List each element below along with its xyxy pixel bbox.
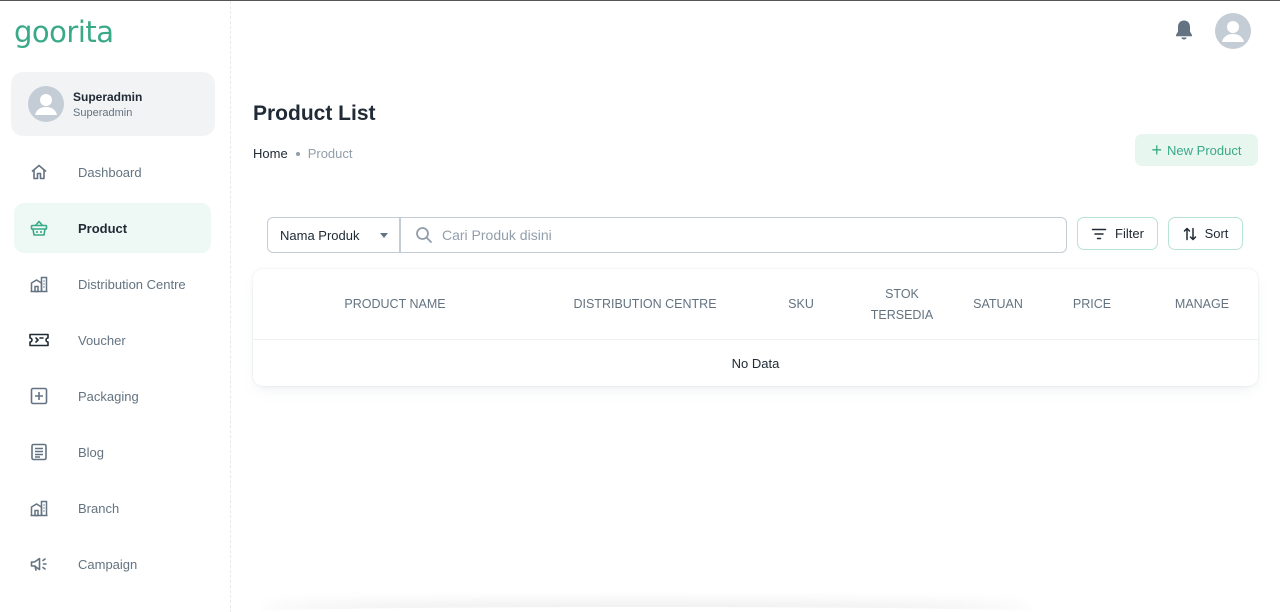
sidebar-item-product[interactable]: Product (14, 203, 211, 253)
building-icon (28, 497, 50, 519)
breadcrumb-current: Product (307, 146, 353, 161)
page-title: Product List (253, 102, 376, 125)
column-header-manage: MANAGE (1174, 297, 1230, 311)
search-field-select[interactable]: Nama Produk (267, 217, 400, 253)
sort-button[interactable]: Sort (1168, 217, 1243, 250)
filter-icon (1091, 228, 1107, 239)
new-product-label: New Product (1167, 142, 1242, 158)
sidebar-item-campaign[interactable]: Campaign (14, 539, 211, 589)
sidebar-item-dashboard[interactable]: Dashboard (14, 147, 211, 197)
sidebar-item-label: Product (78, 220, 128, 236)
column-header-sku[interactable]: SKU (771, 269, 831, 340)
sidebar-item-distribution-centre[interactable]: Distribution Centre (14, 259, 211, 309)
breadcrumb-separator (295, 151, 300, 156)
filter-button[interactable]: Filter (1077, 217, 1158, 250)
search-input[interactable] (442, 227, 1022, 243)
breadcrumb-home[interactable]: Home (253, 146, 288, 161)
empty-state: No Data (731, 355, 780, 371)
ticket-icon (28, 329, 50, 351)
sidebar-item-packaging[interactable]: Packaging (14, 371, 211, 421)
sort-label: Sort (1204, 226, 1229, 241)
basket-icon (28, 217, 50, 239)
filter-label: Filter (1115, 226, 1144, 241)
building-icon (28, 273, 50, 295)
breadcrumb: Home Product (253, 146, 353, 161)
search-box (400, 217, 1067, 253)
search-icon (416, 227, 432, 243)
column-header-satuan[interactable]: SATUAN (960, 269, 1036, 340)
sidebar: goorita Superadmin Superadmin Dashboard (0, 1, 231, 612)
column-header-product-name[interactable]: PRODUCT NAME (315, 269, 475, 340)
sidebar-nav: Dashboard Product Distribution Centre Vo… (14, 147, 211, 595)
user-avatar-icon[interactable] (1215, 13, 1251, 49)
sidebar-item-voucher[interactable]: Voucher (14, 315, 211, 365)
bell-icon[interactable] (1173, 18, 1195, 42)
user-name: Superadmin (73, 90, 143, 104)
column-header-distribution-centre[interactable]: DISTRIBUTION CENTRE (560, 269, 730, 340)
plus-icon: + (1151, 140, 1163, 160)
sidebar-item-label: Packaging (78, 388, 139, 404)
plus-box-icon (28, 385, 50, 407)
product-table: PRODUCT NAME DISTRIBUTION CENTRE SKU STO… (253, 269, 1258, 386)
brand-logo[interactable]: goorita (14, 15, 114, 49)
user-card[interactable]: Superadmin Superadmin (11, 72, 215, 136)
user-role: Superadmin (73, 107, 133, 119)
megaphone-icon (28, 553, 50, 575)
select-value: Nama Produk (280, 227, 360, 243)
document-icon (28, 441, 50, 463)
sidebar-item-blog[interactable]: Blog (14, 427, 211, 477)
sidebar-item-label: Voucher (78, 332, 126, 348)
bottom-shadow (260, 607, 1030, 612)
column-header-price[interactable]: PRICE (1060, 269, 1124, 340)
column-header-stok-tersedia[interactable]: STOK TERSEDIA (862, 269, 942, 340)
sidebar-item-label: Campaign (78, 556, 138, 572)
table-header: PRODUCT NAME DISTRIBUTION CENTRE SKU STO… (253, 269, 1258, 340)
caret-down-icon (380, 233, 388, 238)
new-product-button[interactable]: + New Product (1135, 134, 1258, 166)
sidebar-item-label: Branch (78, 500, 120, 516)
sidebar-item-branch[interactable]: Branch (14, 483, 211, 533)
sidebar-item-label: Dashboard (78, 164, 142, 180)
sidebar-item-label: Distribution Centre (78, 276, 186, 292)
sort-icon (1183, 227, 1196, 240)
user-avatar-icon (28, 86, 64, 122)
home-icon (28, 161, 50, 183)
sidebar-item-label: Blog (78, 444, 105, 460)
